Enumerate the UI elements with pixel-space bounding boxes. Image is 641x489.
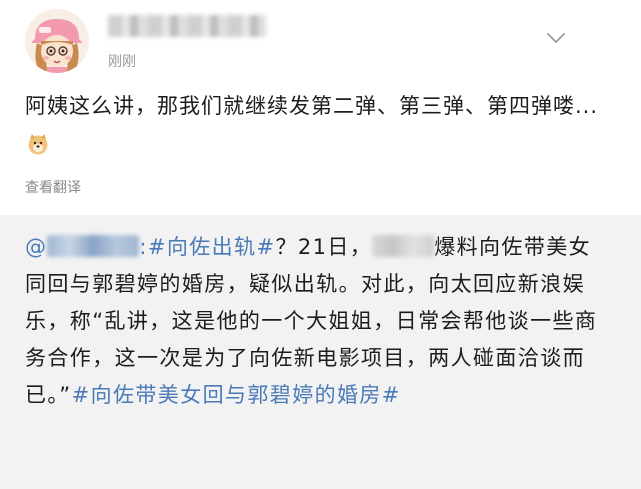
post-text: 阿姨这么讲，那我们就继续发第二弹、第三弹、第四弹喽... (25, 94, 599, 118)
chevron-down-icon (547, 33, 565, 43)
repost-card[interactable]: @:#向佐出轨#？21日， 爆料向佐带美女同回与郭碧婷的婚房，疑似出轨。对此，向太… (0, 215, 641, 489)
repost-text-part1: ？21日， (275, 235, 373, 259)
mention-link[interactable]: @: (25, 235, 148, 259)
topic-link-2[interactable]: #向佐带美女回与郭碧婷的婚房# (72, 383, 401, 407)
more-chevron-button[interactable] (545, 30, 567, 46)
topic-link-1[interactable]: #向佐出轨# (148, 235, 276, 259)
source-redacted (372, 235, 435, 257)
repost-text-part2: 爆料向佐带美女同回与郭碧婷的婚房，疑似出轨。对此，向太回应新浪娱乐，称“乱讲，这… (25, 235, 598, 407)
username-redacted[interactable] (108, 15, 266, 37)
translate-link[interactable]: 查看翻译 (25, 177, 81, 197)
avatar-girl-icon (25, 9, 89, 73)
repost-text: @:#向佐出轨#？21日， 爆料向佐带美女同回与郭碧婷的婚房，疑似出轨。对此，向太… (25, 229, 600, 414)
user-avatar[interactable] (25, 9, 89, 73)
post-body: 阿姨这么讲，那我们就继续发第二弹、第三弹、第四弹喽... (25, 87, 610, 163)
mention-name-redacted (47, 235, 140, 257)
doge-emoji-icon (27, 129, 49, 155)
post-time: 刚刚 (108, 54, 136, 70)
post-header: 刚刚 (0, 0, 641, 80)
